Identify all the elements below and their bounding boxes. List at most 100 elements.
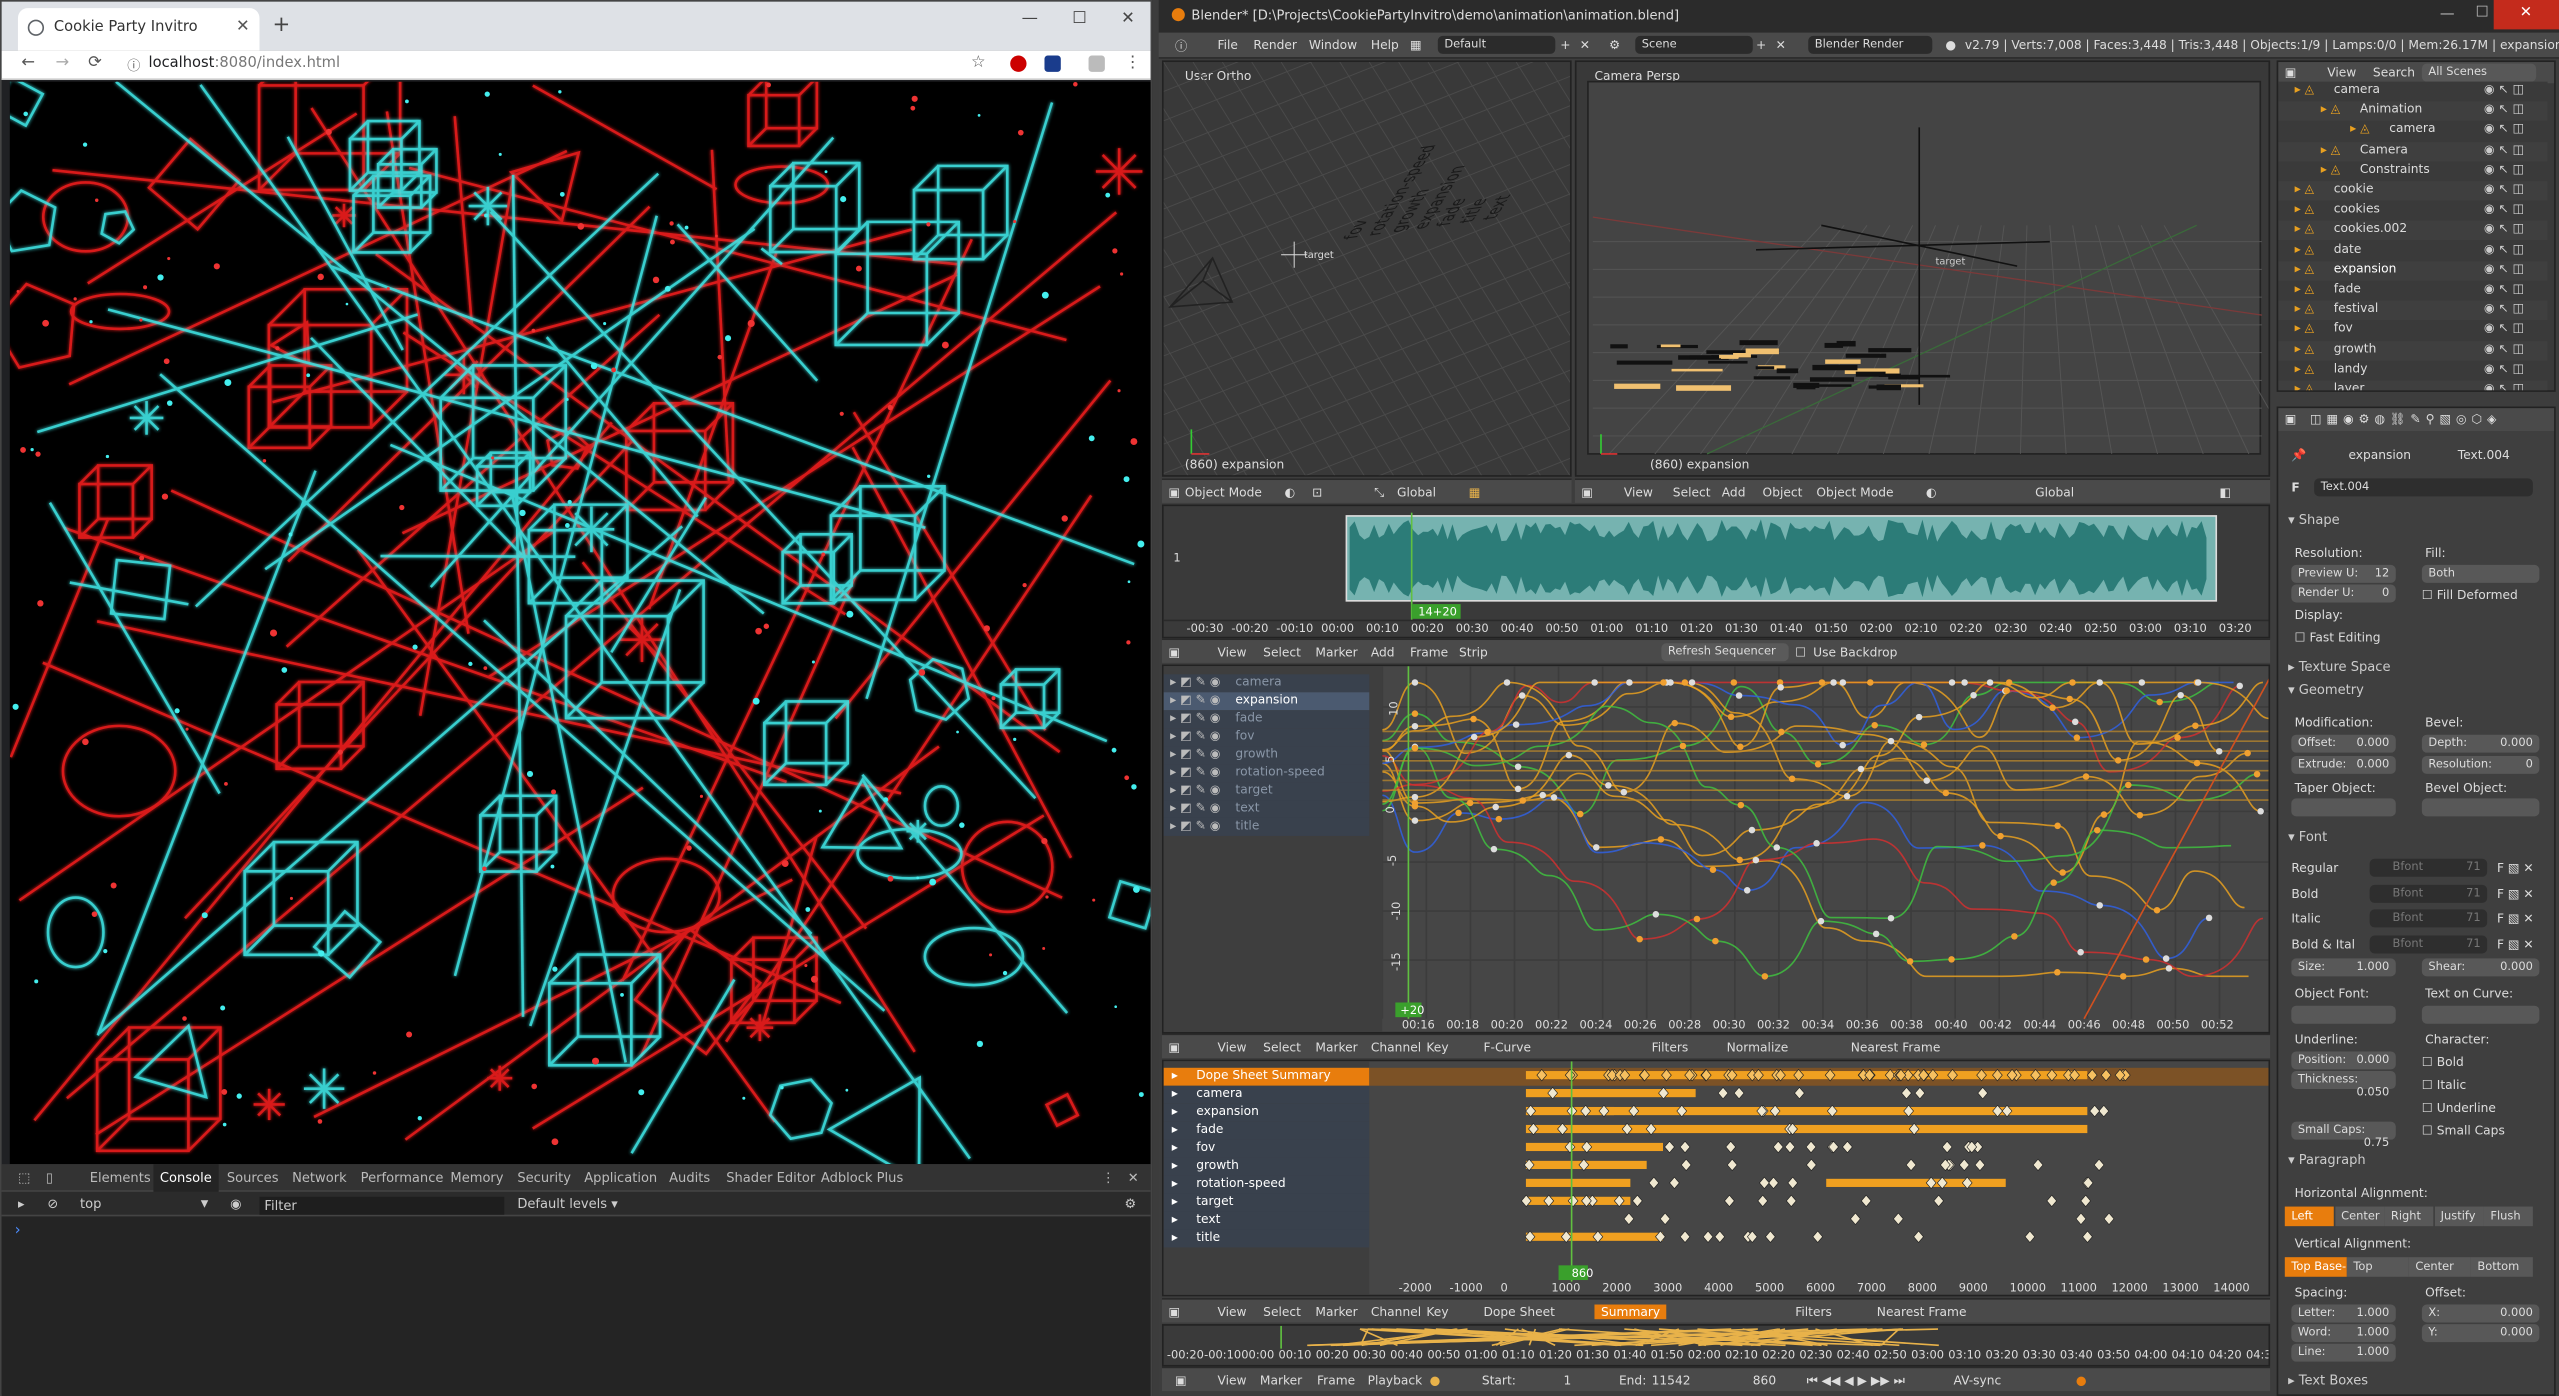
keyframe-diamond[interactable] bbox=[1913, 1230, 1924, 1243]
keyframe-point[interactable] bbox=[2054, 822, 2061, 830]
keyframe-diamond[interactable] bbox=[1806, 1158, 1817, 1172]
menu-view[interactable]: View bbox=[1217, 1373, 1246, 1388]
snap-select[interactable]: Nearest Frame bbox=[1851, 1040, 1941, 1055]
visibility-icons[interactable]: ◉ ↖ ◫ bbox=[2484, 301, 2524, 316]
keyframe-point[interactable] bbox=[2244, 749, 2251, 757]
keyframe-point[interactable] bbox=[1748, 826, 1756, 834]
expand-icon[interactable]: ▸ bbox=[1172, 1229, 1178, 1244]
keyframe-point[interactable] bbox=[1514, 763, 1522, 770]
timeline-view[interactable]: -00:20 -00:10 00:00 00:10 00:20 00:30 00:40 00:… bbox=[1161, 1324, 2271, 1367]
keyframe-point[interactable] bbox=[1737, 801, 1745, 809]
font-slot-field[interactable]: Bfont 71 bbox=[2369, 934, 2488, 953]
keyframe-point[interactable] bbox=[1709, 866, 1717, 874]
keyframe-point[interactable] bbox=[1495, 815, 1503, 823]
outliner-row-10[interactable]: ▸ ◬ fade ◉ ↖ ◫ bbox=[2278, 280, 2548, 301]
keyframe-point[interactable] bbox=[1620, 788, 1628, 796]
v-align-option[interactable]: Center bbox=[2408, 1257, 2471, 1277]
dope-mode-select[interactable]: Dope Sheet bbox=[1483, 1305, 1555, 1320]
graph-channel-rotation-speed[interactable]: ▸ ◩ ✎ ◉ rotation-speed bbox=[1163, 764, 1370, 783]
keyframe-point[interactable] bbox=[1872, 930, 1880, 938]
graph-channel-growth[interactable]: ▸ ◩ ✎ ◉ growth bbox=[1163, 746, 1370, 765]
graph-channel-text[interactable]: ▸ ◩ ✎ ◉ text bbox=[1163, 800, 1370, 818]
word-spacing-field[interactable]: Word: 1.000 bbox=[2291, 1324, 2396, 1343]
keyframe-diamond[interactable] bbox=[1941, 1140, 1953, 1154]
viewport-camera-persp[interactable]: Camera Persp target (860) expansion bbox=[1574, 60, 2271, 477]
h-align-center[interactable]: Center bbox=[2334, 1206, 2384, 1227]
fcurve[interactable] bbox=[1382, 681, 2245, 912]
sync-select[interactable]: AV-sync bbox=[1954, 1373, 2002, 1388]
keyframe-diamond[interactable] bbox=[1785, 1194, 1797, 1208]
keyframe-diamond[interactable] bbox=[1679, 1140, 1691, 1154]
manipulator-icon[interactable]: ⤡ bbox=[1374, 485, 1384, 501]
keyframe-point[interactable] bbox=[1736, 856, 1743, 864]
visibility-icons[interactable]: ◉ ↖ ◫ bbox=[2484, 161, 2524, 176]
visibility-icons[interactable]: ◉ ↖ ◫ bbox=[2484, 82, 2524, 97]
scene-field[interactable]: Scene bbox=[1635, 35, 1753, 54]
keyframe-diamond[interactable] bbox=[2082, 1176, 2094, 1190]
keyframe-point[interactable] bbox=[2082, 773, 2090, 780]
menu-add[interactable]: Add bbox=[1371, 645, 1395, 660]
keyframe-diamond[interactable] bbox=[1860, 1194, 1872, 1208]
shear-field[interactable]: Shear: 0.000 bbox=[2421, 958, 2540, 977]
keyframe-diamond[interactable] bbox=[2024, 1230, 2036, 1243]
keyframe-point[interactable] bbox=[1923, 777, 1931, 784]
menu-key[interactable]: Key bbox=[1426, 1305, 1448, 1320]
channel-controls-icon[interactable]: ▸ ◩ ✎ ◉ bbox=[1170, 728, 1220, 743]
keyframe-point[interactable] bbox=[2059, 869, 2066, 876]
underline-thickness-field[interactable]: Thickness: 0.050 bbox=[2291, 1071, 2396, 1099]
keyframe-point[interactable] bbox=[1735, 692, 1743, 699]
fcurve-canvas[interactable] bbox=[1382, 666, 2270, 1033]
keyframe-point[interactable] bbox=[1867, 679, 1874, 686]
keyframe-point[interactable] bbox=[1550, 794, 1558, 801]
layout-icon[interactable]: ▦ bbox=[1410, 38, 1422, 53]
editor-type-icon[interactable]: ▣ bbox=[1169, 645, 1181, 660]
menu-key[interactable]: Key bbox=[1426, 1040, 1448, 1055]
letter-spacing-field[interactable]: Letter: 1.000 bbox=[2291, 1304, 2396, 1323]
keyframe-point[interactable] bbox=[1778, 728, 1785, 736]
shape-panel-header[interactable]: ▾ Shape bbox=[2288, 513, 2340, 528]
keyframe-point[interactable] bbox=[1712, 937, 1719, 945]
menu-view[interactable]: View bbox=[1217, 1305, 1246, 1320]
snap-select[interactable]: Nearest Frame bbox=[1877, 1305, 1967, 1320]
keyframe-point[interactable] bbox=[1657, 836, 1665, 843]
font-slot-actions-icon[interactable]: F ▧ ✕ bbox=[2497, 860, 2534, 875]
key-hold-bar[interactable] bbox=[1525, 1142, 1664, 1152]
keyframe-point[interactable] bbox=[1839, 741, 1846, 749]
font-slot-actions-icon[interactable]: F ▧ ✕ bbox=[2497, 911, 2534, 926]
menu-strip[interactable]: Strip bbox=[1459, 645, 1488, 660]
key-hold-bar[interactable] bbox=[1525, 1124, 2088, 1134]
keyframe-diamond[interactable] bbox=[2075, 1212, 2087, 1226]
remove-scene-icon[interactable]: ✕ bbox=[1776, 38, 1786, 53]
keyframe-diamond[interactable] bbox=[1724, 1194, 1735, 1208]
viewport-user-ortho[interactable]: User Ortho fovrotation-speedgrowthexpans… bbox=[1161, 60, 1572, 477]
datablock-field[interactable]: Text.004 bbox=[2314, 478, 2533, 497]
dope-sheet[interactable]: ▸ Dope Sheet Summary ▸ camera ▸ expansion ▸ fad… bbox=[1161, 1059, 2271, 1297]
keyframe-point[interactable] bbox=[1948, 956, 1955, 963]
expand-icon[interactable]: ▸ bbox=[1172, 1068, 1178, 1083]
fcurve-linear[interactable] bbox=[2083, 674, 2270, 1020]
extension-icon-2[interactable] bbox=[1088, 55, 1105, 72]
keyframe-point[interactable] bbox=[1813, 840, 1820, 847]
graph-channel-fov[interactable]: ▸ ◩ ✎ ◉ fov bbox=[1163, 728, 1370, 747]
back-button[interactable]: ← bbox=[21, 54, 35, 72]
visibility-icons[interactable]: ◉ ↖ ◫ bbox=[2484, 181, 2524, 196]
menu-marker[interactable]: Marker bbox=[1315, 1040, 1357, 1055]
underline-position-field[interactable]: Position: 0.000 bbox=[2291, 1051, 2396, 1070]
sound-strip[interactable] bbox=[1163, 506, 2270, 638]
keyframe-point[interactable] bbox=[1470, 715, 1477, 723]
close-button[interactable]: ✕ bbox=[2493, 0, 2559, 30]
bold-checkbox[interactable]: ☐ Bold bbox=[2422, 1055, 2464, 1070]
visibility-icons[interactable]: ◉ ↖ ◫ bbox=[2484, 221, 2524, 236]
keyframe-point[interactable] bbox=[2156, 698, 2163, 706]
object-font-field[interactable] bbox=[2291, 1005, 2396, 1024]
keyframe-point[interactable] bbox=[1671, 719, 1679, 727]
fast-editing-checkbox[interactable]: ☐ Fast Editing bbox=[2295, 630, 2381, 645]
fill-deformed-checkbox[interactable]: ☐ Fill Deformed bbox=[2422, 588, 2518, 603]
keyframe-point[interactable] bbox=[2192, 722, 2199, 730]
outliner-row-2[interactable]: ▸ ◬ camera ◉ ↖ ◫ bbox=[2278, 121, 2548, 142]
keyframe-point[interactable] bbox=[1411, 710, 1419, 717]
keyframe-diamond[interactable] bbox=[2103, 1212, 2115, 1226]
keyframe-diamond[interactable] bbox=[1669, 1176, 1680, 1190]
keyframe-point[interactable] bbox=[1626, 679, 1633, 686]
reload-button[interactable]: ⟳ bbox=[88, 54, 102, 72]
